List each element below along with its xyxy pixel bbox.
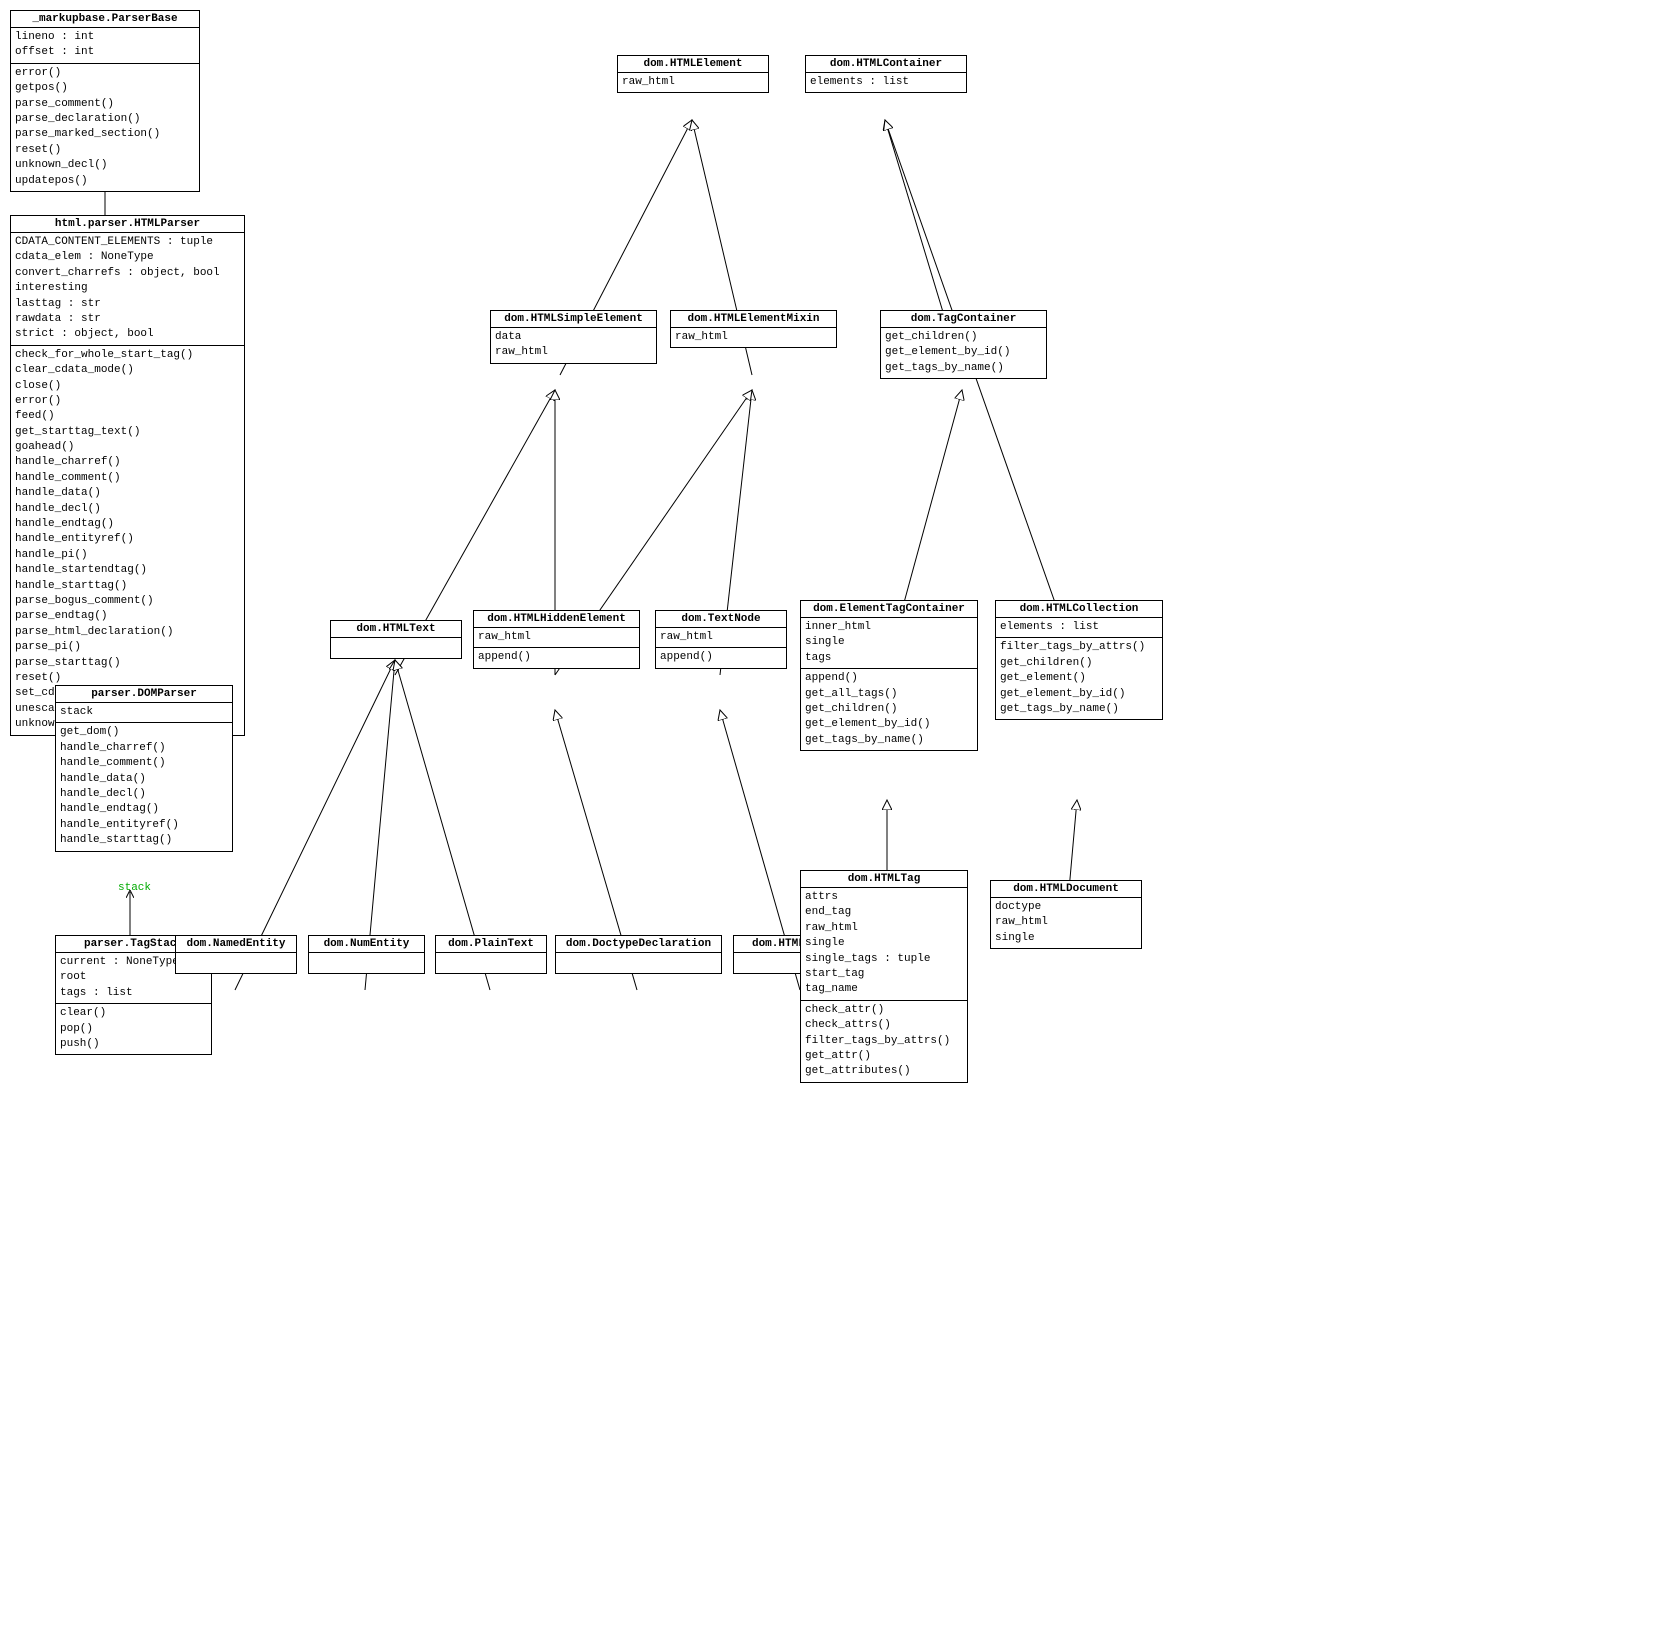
htmlparser-title: html.parser.HTMLParser: [11, 216, 244, 233]
arrows-svg: [0, 0, 1663, 1651]
htmlhiddenelement-box: dom.HTMLHiddenElement raw_html append(): [473, 610, 640, 669]
textnode-box: dom.TextNode raw_html append(): [655, 610, 787, 669]
stack-label: stack: [118, 882, 151, 894]
elementtagcontainer-box: dom.ElementTagContainer inner_html singl…: [800, 600, 978, 751]
tagstack-methods: clear() pop() push(): [56, 1004, 211, 1054]
htmldocument-title: dom.HTMLDocument: [991, 881, 1141, 898]
plaintext-empty: [436, 953, 546, 973]
htmlcollection-box: dom.HTMLCollection elements : list filte…: [995, 600, 1163, 720]
htmltag-methods: check_attr() check_attrs() filter_tags_b…: [801, 1001, 967, 1082]
htmlelementmixin-attrs: raw_html: [671, 328, 836, 347]
textnode-attrs: raw_html: [656, 628, 786, 648]
htmlcollection-methods: filter_tags_by_attrs() get_children() ge…: [996, 638, 1162, 719]
htmlelement-attrs: raw_html: [618, 73, 768, 92]
htmlsimpleelement-attrs: data raw_html: [491, 328, 656, 363]
htmlsimpleelement-box: dom.HTMLSimpleElement data raw_html: [490, 310, 657, 364]
plaintext-title: dom.PlainText: [436, 936, 546, 953]
markupbase-box: _markupbase.ParserBase lineno : int offs…: [10, 10, 200, 192]
markupbase-title: _markupbase.ParserBase: [11, 11, 199, 28]
doctypedeclaration-title: dom.DoctypeDeclaration: [556, 936, 721, 953]
domparser-title: parser.DOMParser: [56, 686, 232, 703]
htmltag-box: dom.HTMLTag attrs end_tag raw_html singl…: [800, 870, 968, 1083]
elementtagcontainer-attrs: inner_html single tags: [801, 618, 977, 669]
elementtagcontainer-methods: append() get_all_tags() get_children() g…: [801, 669, 977, 750]
htmltext-empty: [331, 638, 461, 658]
htmlsimpleelement-title: dom.HTMLSimpleElement: [491, 311, 656, 328]
doctypedeclaration-box: dom.DoctypeDeclaration: [555, 935, 722, 974]
htmltext-title: dom.HTMLText: [331, 621, 461, 638]
elementtagcontainer-title: dom.ElementTagContainer: [801, 601, 977, 618]
textnode-methods: append(): [656, 648, 786, 667]
markupbase-attrs: lineno : int offset : int: [11, 28, 199, 64]
htmlelementmixin-title: dom.HTMLElementMixin: [671, 311, 836, 328]
domparser-attrs: stack: [56, 703, 232, 723]
htmlhiddenelement-methods: append(): [474, 648, 639, 667]
numentity-empty: [309, 953, 424, 973]
htmlelement-box: dom.HTMLElement raw_html: [617, 55, 769, 93]
namedentity-title: dom.NamedEntity: [176, 936, 296, 953]
htmlcontainer-title: dom.HTMLContainer: [806, 56, 966, 73]
htmlelement-title: dom.HTMLElement: [618, 56, 768, 73]
htmltag-attrs: attrs end_tag raw_html single single_tag…: [801, 888, 967, 1001]
htmlhiddenelement-attrs: raw_html: [474, 628, 639, 648]
doctypedeclaration-empty: [556, 953, 721, 973]
htmlparser-attrs: CDATA_CONTENT_ELEMENTS : tuple cdata_ele…: [11, 233, 244, 346]
uml-diagram: _markupbase.ParserBase lineno : int offs…: [0, 0, 1663, 1651]
htmlparser-methods: check_for_whole_start_tag() clear_cdata_…: [11, 346, 244, 735]
markupbase-methods: error() getpos() parse_comment() parse_d…: [11, 64, 199, 191]
htmltext-box: dom.HTMLText: [330, 620, 462, 659]
htmldocument-box: dom.HTMLDocument doctype raw_html single: [990, 880, 1142, 949]
numentity-title: dom.NumEntity: [309, 936, 424, 953]
domparser-methods: get_dom() handle_charref() handle_commen…: [56, 723, 232, 850]
namedentity-box: dom.NamedEntity: [175, 935, 297, 974]
namedentity-empty: [176, 953, 296, 973]
tagcontainer-box: dom.TagContainer get_children() get_elem…: [880, 310, 1047, 379]
textnode-title: dom.TextNode: [656, 611, 786, 628]
htmlelementmixin-box: dom.HTMLElementMixin raw_html: [670, 310, 837, 348]
numentity-box: dom.NumEntity: [308, 935, 425, 974]
htmltag-title: dom.HTMLTag: [801, 871, 967, 888]
tagcontainer-title: dom.TagContainer: [881, 311, 1046, 328]
domparser-box: parser.DOMParser stack get_dom() handle_…: [55, 685, 233, 852]
htmlparser-box: html.parser.HTMLParser CDATA_CONTENT_ELE…: [10, 215, 245, 736]
tagcontainer-methods: get_children() get_element_by_id() get_t…: [881, 328, 1046, 378]
htmlhiddenelement-title: dom.HTMLHiddenElement: [474, 611, 639, 628]
plaintext-box: dom.PlainText: [435, 935, 547, 974]
htmlcollection-attrs: elements : list: [996, 618, 1162, 638]
htmlcollection-title: dom.HTMLCollection: [996, 601, 1162, 618]
htmlcontainer-attrs: elements : list: [806, 73, 966, 92]
htmlcontainer-box: dom.HTMLContainer elements : list: [805, 55, 967, 93]
htmldocument-attrs: doctype raw_html single: [991, 898, 1141, 948]
